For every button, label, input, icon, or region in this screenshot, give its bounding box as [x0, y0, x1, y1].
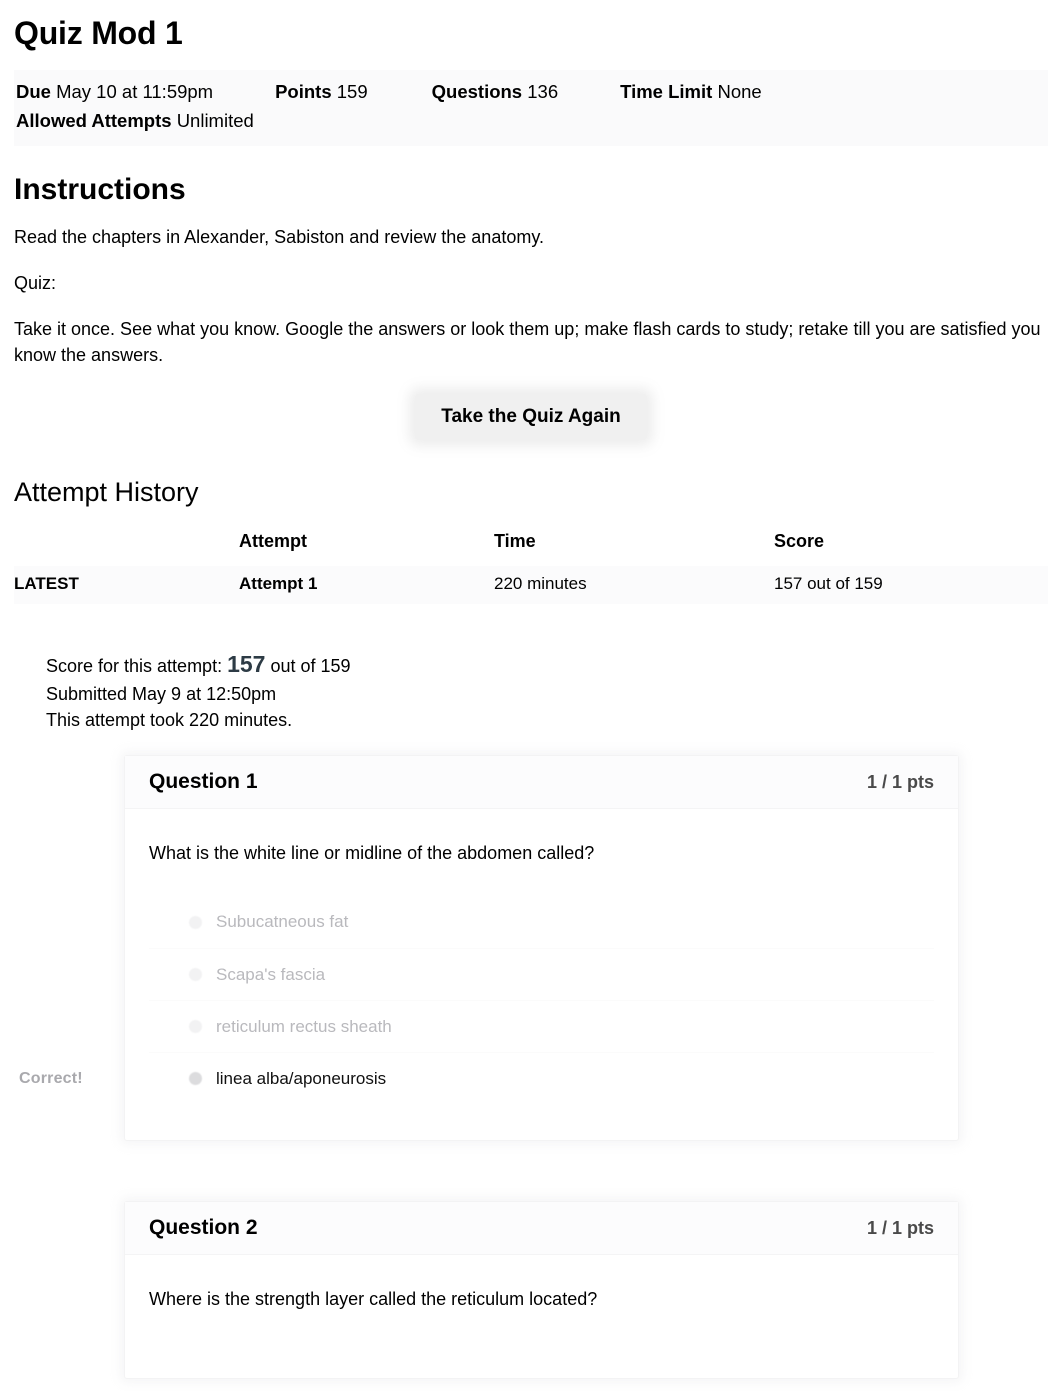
allowed-attempts-value: Unlimited [176, 110, 254, 132]
question-name: Question 2 [149, 1216, 258, 1240]
question-text: Where is the strength layer called the r… [149, 1289, 598, 1310]
radio-icon [189, 1020, 202, 1034]
question-card: Question 1 1 / 1 pts What is the white l… [19, 755, 959, 1142]
radio-icon [189, 915, 202, 929]
answer-label: linea alba/aponeurosis [216, 1068, 387, 1088]
questions-list: Question 1 1 / 1 pts What is the white l… [14, 755, 1048, 1380]
quiz-meta-questions: Questions 136 [432, 78, 620, 107]
instructions-paragraph: Read the chapters in Alexander, Sabiston… [14, 226, 544, 247]
instructions-paragraph: Quiz: [14, 272, 57, 293]
answer-option-correct[interactable]: Correct! linea alba/aponeurosis [19, 1052, 934, 1104]
due-label: Due [16, 81, 51, 103]
time-limit-value: None [717, 81, 762, 103]
questions-label: Questions [431, 81, 523, 103]
radio-selected-icon [189, 1072, 202, 1086]
due-value: May 10 at 11:59pm [56, 81, 214, 103]
score-value: 157 [227, 650, 266, 677]
question-body: What is the white line or midline of the… [19, 809, 958, 1140]
answer-label: Scapa's fascia [216, 964, 326, 984]
page-title: Quiz Mod 1 [14, 15, 183, 51]
answer-option[interactable]: Scapa's fascia [149, 948, 934, 1000]
retake-button-container: Take the Quiz Again [14, 394, 1048, 441]
table-row[interactable]: LATEST Attempt 1 220 minutes 157 out of … [14, 565, 1048, 604]
attempt-history-heading: Attempt History [14, 477, 199, 508]
attempt-link[interactable]: Attempt 1 [239, 565, 494, 604]
points-label: Points [275, 81, 332, 103]
column-header-attempt: Attempt [239, 530, 307, 551]
quiz-results-page: Quiz Mod 1 Due May 10 at 11:59pm Points 1… [0, 14, 1062, 1380]
question-text: What is the white line or midline of the… [149, 843, 595, 864]
attempt-time: 220 minutes [494, 565, 774, 604]
allowed-attempts-label: Allowed Attempts [16, 110, 172, 132]
question-points: 1 / 1 pts [866, 771, 934, 792]
time-limit-label: Time Limit [620, 81, 713, 103]
score-prefix: Score for this attempt: [46, 655, 223, 676]
answer-option[interactable]: reticulum rectus sheath [149, 1000, 934, 1052]
column-header-kept [14, 531, 239, 566]
attempt-kept-badge: LATEST [14, 565, 239, 604]
quiz-meta-allowed-attempts: Allowed Attempts Unlimited [16, 107, 254, 136]
attempt-history-table: Attempt Time Score LATEST Attempt 1 220 … [14, 531, 1048, 604]
answers-list: Subucatneous fat Scapa's fascia reticulu… [19, 896, 934, 1104]
question-header: Question 2 1 / 1 pts [125, 1202, 958, 1256]
answer-status-label: Correct! [19, 1069, 83, 1087]
column-header-time: Time [494, 530, 536, 551]
submitted-line: Submitted May 9 at 12:50pm [46, 683, 277, 704]
instructions-paragraph: Take it once. See what you know. Google … [14, 318, 1041, 366]
answer-label: reticulum rectus sheath [216, 1016, 392, 1036]
score-summary: Score for this attempt: 157 out of 159 S… [46, 648, 1048, 734]
take-quiz-again-button[interactable]: Take the Quiz Again [415, 394, 647, 441]
question-body: Where is the strength layer called the r… [125, 1255, 958, 1378]
answer-option[interactable]: Subucatneous fat [149, 896, 934, 948]
quiz-meta-points: Points 159 [275, 78, 432, 107]
question-points: 1 / 1 pts [866, 1217, 934, 1238]
quiz-meta-row-1: Due May 10 at 11:59pm Points 159 Questions… [16, 78, 1046, 107]
points-value: 159 [336, 81, 368, 103]
questions-value: 136 [527, 81, 559, 103]
quiz-meta-due: Due May 10 at 11:59pm [16, 78, 275, 107]
quiz-meta-time-limit: Time Limit None [620, 78, 762, 107]
score-summary-line: Score for this attempt: 157 out of 159 [46, 648, 1048, 681]
duration-line: This attempt took 220 minutes. [46, 709, 293, 730]
answer-label: Subucatneous fat [216, 912, 349, 932]
instructions-heading: Instructions [14, 172, 186, 206]
quiz-meta-header: Due May 10 at 11:59pm Points 159 Questions… [14, 70, 1048, 146]
question-name: Question 1 [149, 770, 258, 794]
question-header: Question 1 1 / 1 pts [125, 756, 958, 810]
attempt-score: 157 out of 159 [774, 565, 1048, 604]
question-card: Question 2 1 / 1 pts Where is the streng… [124, 1201, 959, 1380]
score-suffix: out of 159 [270, 655, 351, 676]
quiz-meta-row-2: Allowed Attempts Unlimited [16, 107, 1046, 136]
column-header-score: Score [774, 530, 825, 551]
radio-icon [189, 968, 202, 982]
table-header-row: Attempt Time Score [14, 531, 1048, 566]
